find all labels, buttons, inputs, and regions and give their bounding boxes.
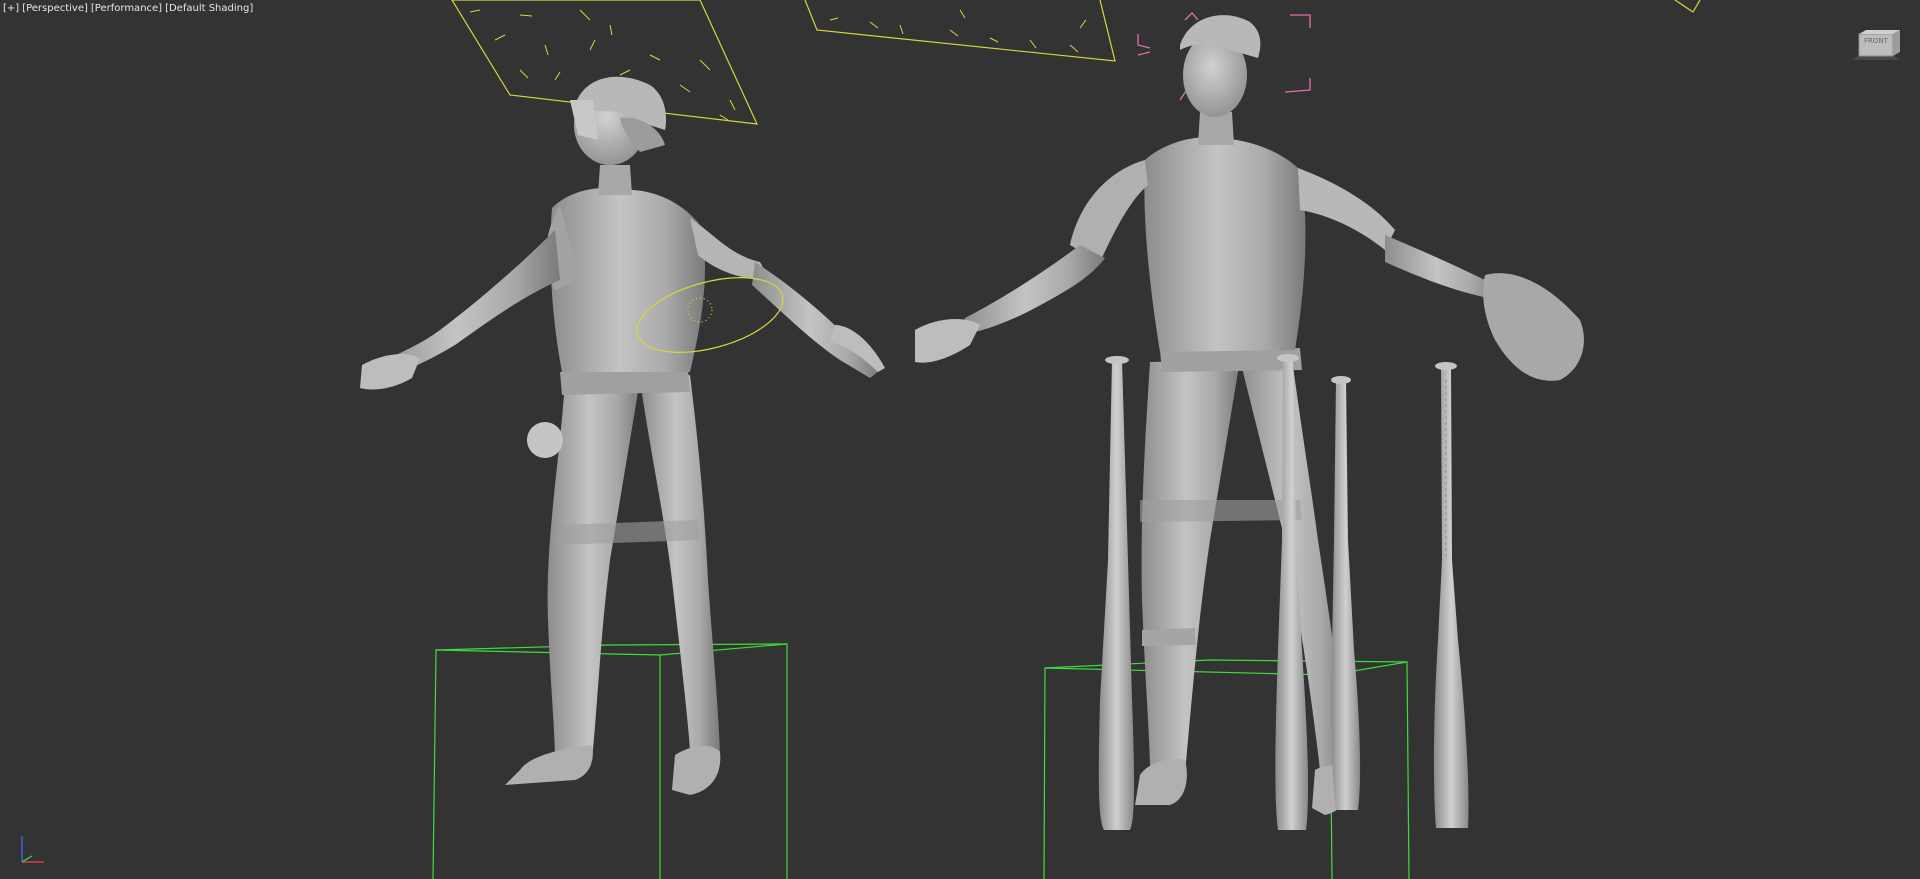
viewport-menu-point-of-view[interactable]: [Perspective] [22, 3, 88, 14]
viewcube-icon[interactable] [1848, 28, 1904, 62]
baseball-player-right[interactable] [915, 15, 1584, 815]
baseball-player-left[interactable] [360, 76, 885, 795]
viewport-perspective[interactable]: [+] [Perspective] [Performance] [Default… [0, 0, 1920, 879]
baseball-bat-1[interactable] [1098, 356, 1135, 830]
viewport-menu-shading[interactable]: [Default Shading] [165, 3, 253, 14]
viewport-menu-plus[interactable]: [+] [3, 3, 19, 14]
viewport-label[interactable]: [+] [Perspective] [Performance] [Default… [3, 3, 253, 14]
scene-canvas[interactable] [0, 0, 1920, 879]
area-light-center[interactable] [804, 0, 1116, 62]
viewport-menu-performance[interactable]: [Performance] [91, 3, 162, 14]
selection-box-left[interactable] [432, 643, 788, 879]
baseball-bat-4[interactable] [1433, 362, 1469, 828]
baseball[interactable] [527, 422, 563, 458]
baseball-glove[interactable] [1483, 273, 1584, 381]
baseball-bat-3[interactable] [1331, 376, 1361, 810]
area-light-right[interactable] [1674, 0, 1701, 13]
axis-tripod-icon [21, 836, 44, 863]
